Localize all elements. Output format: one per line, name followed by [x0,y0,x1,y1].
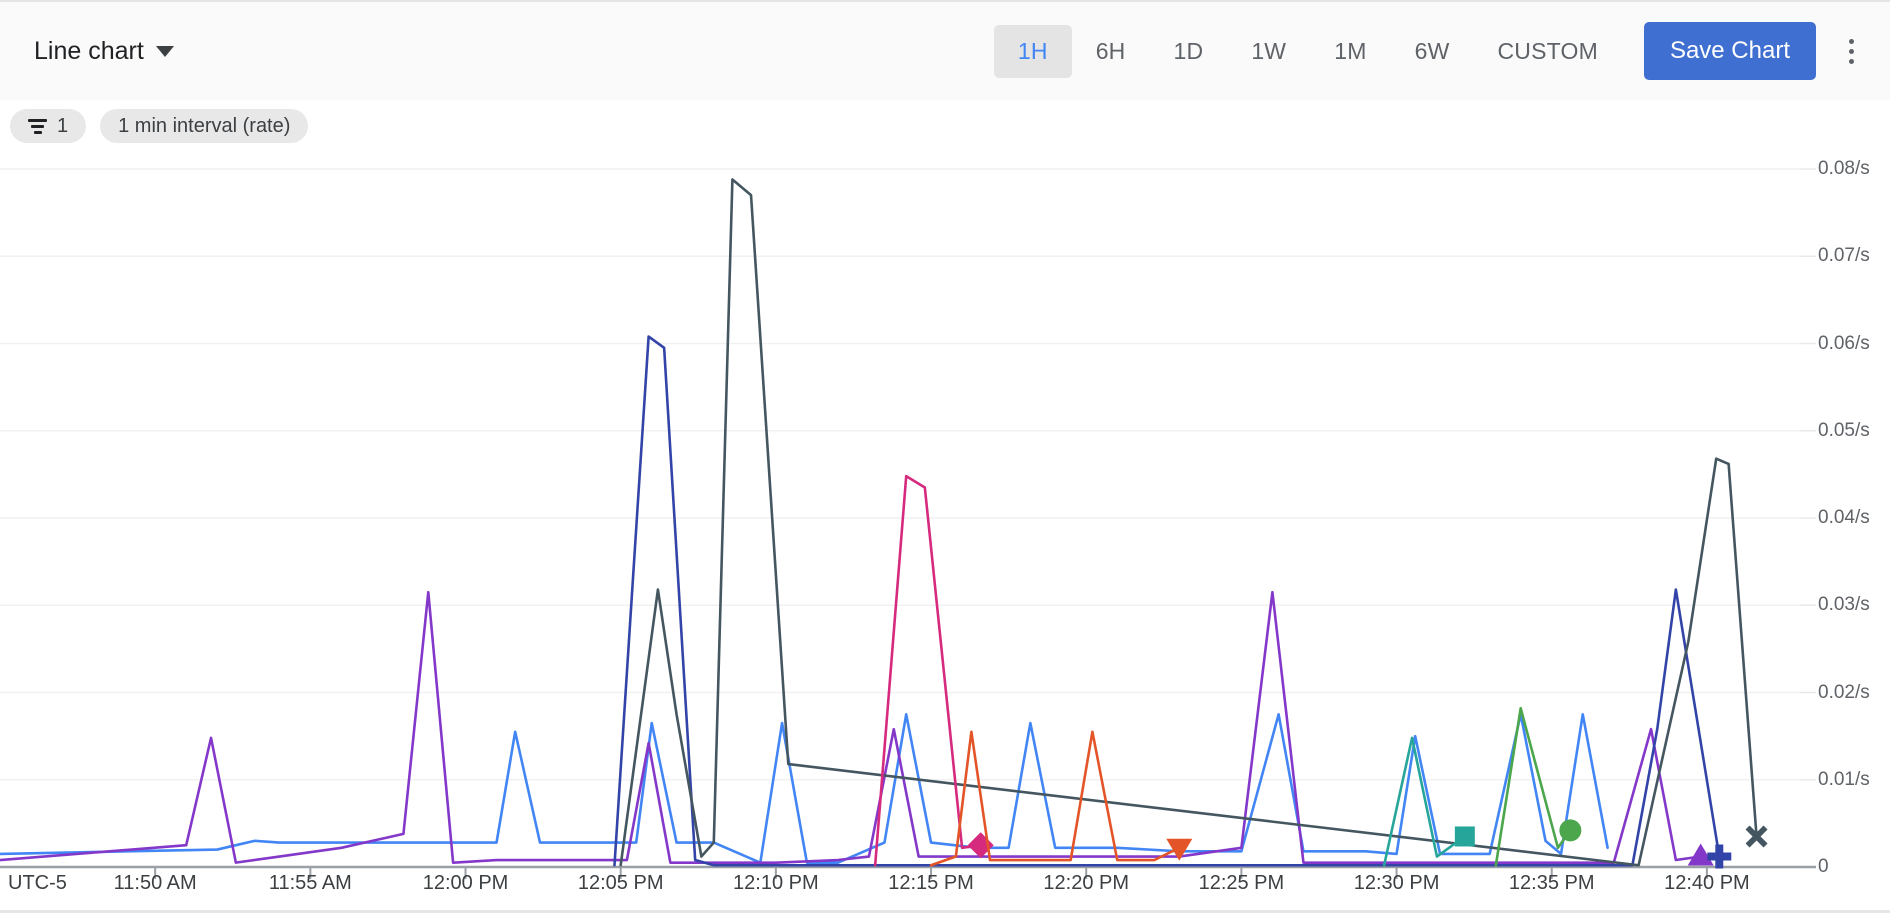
chip-label: 1 min interval (rate) [118,115,290,138]
y-axis-tick-label: 0.02/s [1818,682,1870,704]
range-button-6h[interactable]: 6H [1072,25,1150,78]
filter-count-chip[interactable]: 1 [10,109,86,143]
range-button-custom[interactable]: CUSTOM [1473,25,1621,78]
chevron-down-icon [156,46,174,57]
series-end-marker-square[interactable] [1455,826,1475,846]
y-axis-tick-label: 0.01/s [1818,769,1870,791]
line-chart-svg [0,152,1890,918]
x-axis-tick-label: 12:10 PM [733,872,819,895]
x-axis-tick-label: 11:55 AM [269,872,352,895]
filter-icon [28,119,47,134]
x-axis-tick-label: 12:25 PM [1199,872,1285,895]
x-axis-tick-label: 11:50 AM [114,872,197,895]
chart-series-line[interactable] [621,179,1757,865]
y-axis-tick-label: 0.04/s [1818,507,1870,529]
timezone-label: UTC-5 [8,872,67,895]
x-axis-tick-label: 12:15 PM [888,872,974,895]
range-button-1m[interactable]: 1M [1310,25,1390,78]
x-axis-tick-label: 12:00 PM [423,872,509,895]
chart-toolbar: Line chart 1H6H1D1W1M6WCUSTOM Save Chart [0,0,1890,100]
x-axis-tick-label: 12:35 PM [1509,872,1595,895]
interval-chip[interactable]: 1 min interval (rate) [100,109,308,143]
range-button-1h[interactable]: 1H [994,25,1072,78]
y-axis-tick-label: 0.08/s [1818,158,1870,180]
x-axis-tick-label: 12:40 PM [1664,872,1750,895]
toolbar-actions: 1H6H1D1W1M6WCUSTOM Save Chart [994,22,1872,80]
series-end-marker-circle[interactable] [1559,819,1581,841]
save-chart-button[interactable]: Save Chart [1644,22,1816,80]
chart-plot-area[interactable] [0,152,1890,918]
range-button-6w[interactable]: 6W [1391,25,1474,78]
chart-series-line[interactable] [0,592,1701,862]
kebab-menu-icon[interactable] [1830,25,1872,77]
chart-series-line[interactable] [0,714,1608,862]
range-button-1d[interactable]: 1D [1150,25,1228,78]
x-axis-tick-label: 12:30 PM [1354,872,1440,895]
chart-series-line[interactable] [1384,738,1465,865]
y-axis-tick-label: 0.07/s [1818,245,1870,267]
x-axis-tick-label: 12:20 PM [1043,872,1129,895]
filter-chip-row: 1 1 min interval (rate) [0,100,1890,152]
chip-label: 1 [57,115,68,138]
chart-series-line[interactable] [614,337,1719,866]
chart-series-line[interactable] [1496,708,1570,865]
y-axis-tick-label: 0.03/s [1818,594,1870,616]
chart-type-dropdown[interactable]: Line chart [30,31,178,72]
y-axis-tick-label: 0.05/s [1818,420,1870,442]
x-axis-tick-label: 12:05 PM [578,872,664,895]
y-axis-tick-label: 0 [1818,856,1829,878]
range-button-1w[interactable]: 1W [1227,25,1310,78]
time-range-group: 1H6H1D1W1M6WCUSTOM [994,25,1622,78]
bottom-divider [0,910,1890,913]
y-axis-tick-label: 0.06/s [1818,333,1870,355]
chart-type-label: Line chart [34,37,144,66]
